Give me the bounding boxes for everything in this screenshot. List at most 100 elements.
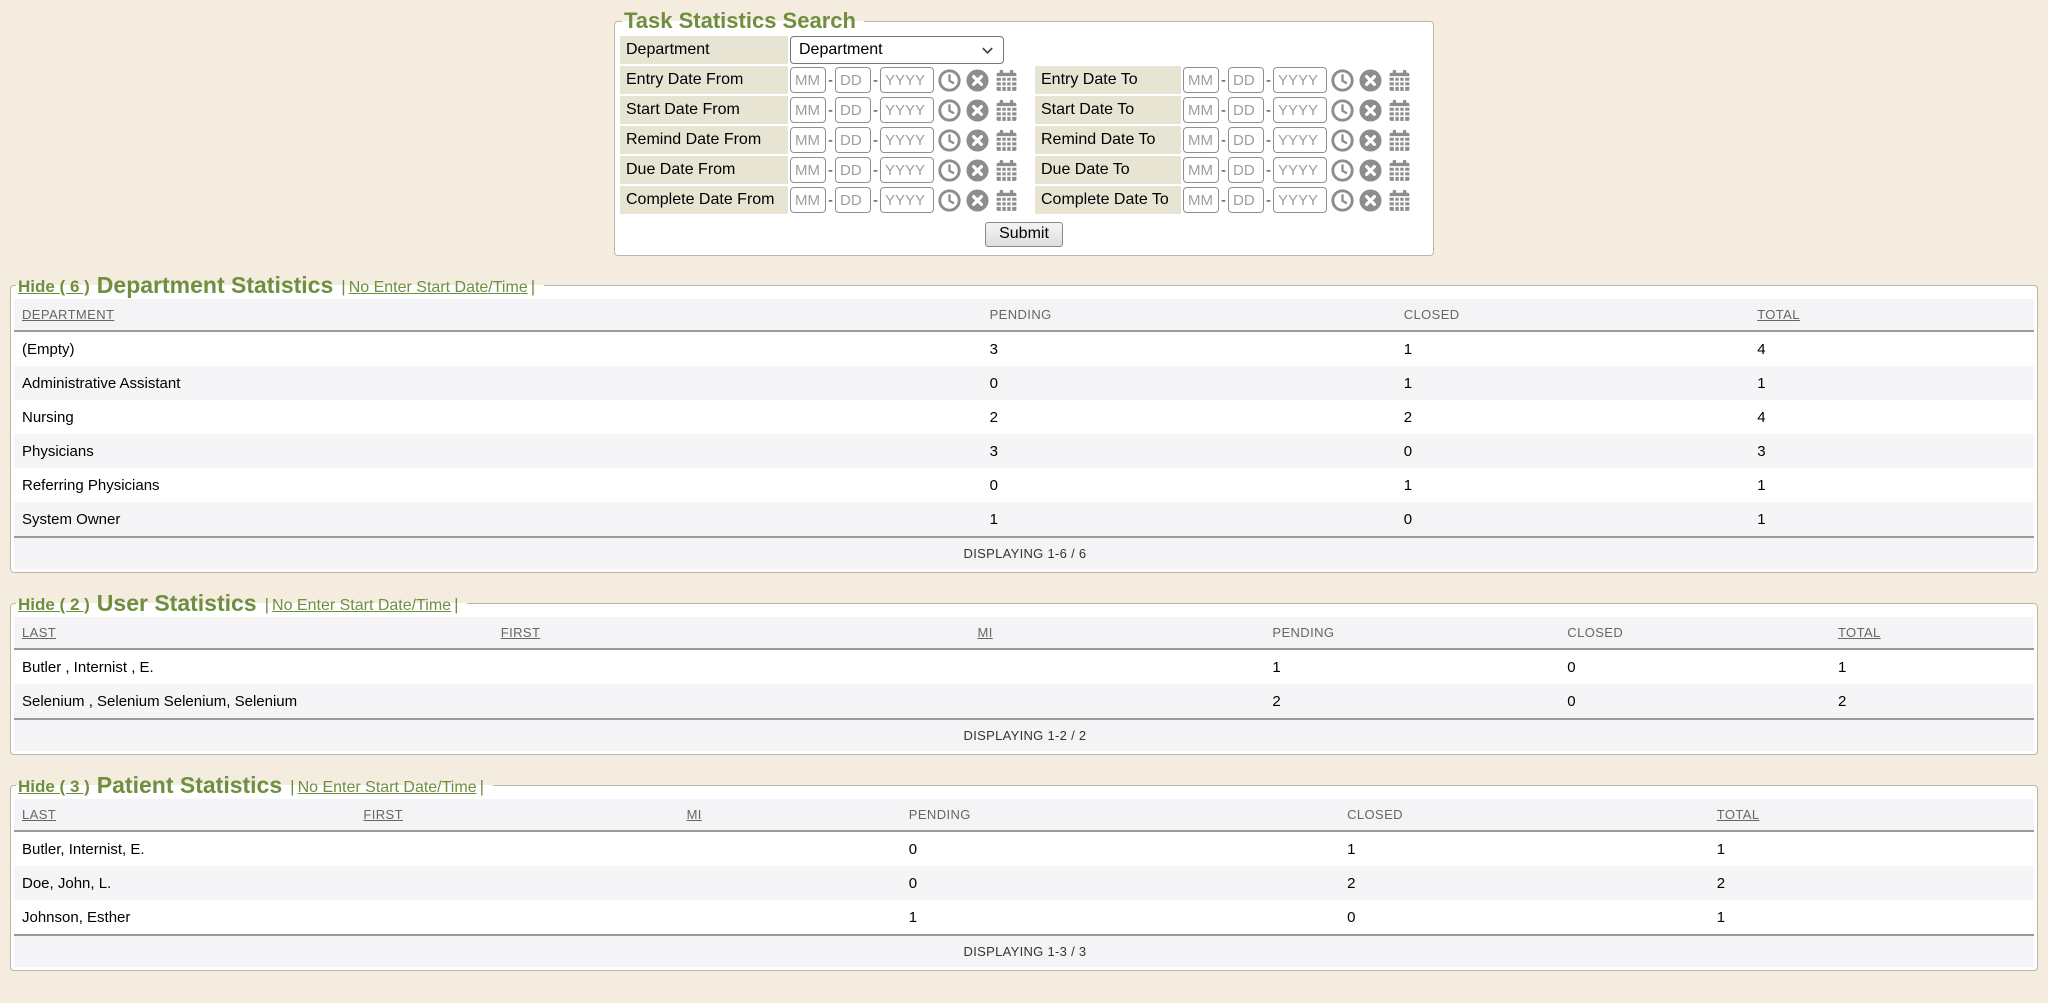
table-cell: Physicians	[14, 434, 984, 468]
no-enter-start-date-link[interactable]: No Enter Start Date/Time	[349, 279, 528, 296]
month-input[interactable]	[790, 127, 826, 153]
no-enter-start-date-link[interactable]: No Enter Start Date/Time	[272, 597, 451, 614]
clock-icon[interactable]	[1330, 128, 1355, 153]
column-header-total-link[interactable]: TOTAL	[1757, 307, 1800, 322]
month-input[interactable]	[1183, 97, 1219, 123]
column-header-last[interactable]: LAST	[14, 799, 357, 831]
column-header-department-link[interactable]: DEPARTMENT	[22, 307, 114, 322]
column-header-total[interactable]: TOTAL	[1832, 617, 2034, 649]
month-input[interactable]	[1183, 157, 1219, 183]
clock-icon[interactable]	[1330, 98, 1355, 123]
clear-icon[interactable]	[1358, 128, 1383, 153]
clear-icon[interactable]	[1358, 158, 1383, 183]
clear-icon[interactable]	[965, 188, 990, 213]
column-header-last-link[interactable]: LAST	[22, 625, 56, 640]
month-input[interactable]	[1183, 67, 1219, 93]
department-select[interactable]: Department	[790, 36, 1004, 64]
year-input[interactable]	[1273, 187, 1327, 213]
hide-link[interactable]: Hide ( 2 )	[18, 595, 90, 614]
month-input[interactable]	[790, 67, 826, 93]
month-input[interactable]	[790, 157, 826, 183]
column-header-mi-link[interactable]: MI	[687, 807, 702, 822]
clock-icon[interactable]	[1330, 188, 1355, 213]
calendar-icon[interactable]	[994, 188, 1019, 213]
year-input[interactable]	[880, 97, 934, 123]
table-cell: 0	[1398, 502, 1752, 537]
clock-icon[interactable]	[937, 158, 962, 183]
year-input[interactable]	[1273, 157, 1327, 183]
column-header-last-link[interactable]: LAST	[22, 807, 56, 822]
column-header-mi[interactable]: MI	[971, 617, 1266, 649]
calendar-icon[interactable]	[1387, 158, 1412, 183]
submit-button[interactable]: Submit	[985, 222, 1063, 247]
day-input[interactable]	[835, 157, 871, 183]
year-input[interactable]	[880, 67, 934, 93]
column-header-first-link[interactable]: FIRST	[501, 625, 541, 640]
calendar-icon[interactable]	[994, 98, 1019, 123]
column-header-total[interactable]: TOTAL	[1711, 799, 2034, 831]
month-input[interactable]	[790, 187, 826, 213]
clear-icon[interactable]	[1358, 68, 1383, 93]
column-header-mi-link[interactable]: MI	[977, 625, 992, 640]
column-header-total-link[interactable]: TOTAL	[1717, 807, 1760, 822]
day-input[interactable]	[1228, 67, 1264, 93]
calendar-icon[interactable]	[1387, 98, 1412, 123]
clear-icon[interactable]	[965, 128, 990, 153]
column-header-last[interactable]: LAST	[14, 617, 495, 649]
clear-icon[interactable]	[1358, 188, 1383, 213]
day-input[interactable]	[835, 67, 871, 93]
calendar-icon[interactable]	[994, 158, 1019, 183]
table-cell: 2	[1711, 866, 2034, 900]
column-header-mi[interactable]: MI	[681, 799, 903, 831]
year-input[interactable]	[880, 187, 934, 213]
clock-icon[interactable]	[937, 188, 962, 213]
day-input[interactable]	[1228, 187, 1264, 213]
year-input[interactable]	[880, 127, 934, 153]
day-input[interactable]	[835, 97, 871, 123]
day-input[interactable]	[1228, 157, 1264, 183]
column-header-first-link[interactable]: FIRST	[363, 807, 403, 822]
year-input[interactable]	[880, 157, 934, 183]
table-cell: 0	[984, 468, 1398, 502]
column-header-total-link[interactable]: TOTAL	[1838, 625, 1881, 640]
hide-link[interactable]: Hide ( 3 )	[18, 777, 90, 796]
displaying-count: DISPLAYING 1-2 / 2	[14, 719, 2034, 751]
day-input[interactable]	[1228, 97, 1264, 123]
clock-icon[interactable]	[937, 98, 962, 123]
calendar-icon[interactable]	[994, 128, 1019, 153]
month-input[interactable]	[790, 97, 826, 123]
month-input[interactable]	[1183, 127, 1219, 153]
table-cell: 1	[1832, 649, 2034, 684]
date-from-inputs: --	[788, 186, 1035, 214]
column-header-department[interactable]: DEPARTMENT	[14, 299, 984, 331]
day-input[interactable]	[835, 127, 871, 153]
clock-icon[interactable]	[937, 128, 962, 153]
clear-icon[interactable]	[1358, 98, 1383, 123]
day-input[interactable]	[1228, 127, 1264, 153]
clear-icon[interactable]	[965, 98, 990, 123]
column-header-total[interactable]: TOTAL	[1751, 299, 2034, 331]
year-input[interactable]	[1273, 97, 1327, 123]
month-input[interactable]	[1183, 187, 1219, 213]
calendar-icon[interactable]	[1387, 188, 1412, 213]
clear-icon[interactable]	[965, 68, 990, 93]
clear-icon[interactable]	[965, 158, 990, 183]
calendar-icon[interactable]	[1387, 68, 1412, 93]
column-header-first[interactable]: FIRST	[495, 617, 972, 649]
clock-icon[interactable]	[937, 68, 962, 93]
no-enter-start-date-link[interactable]: No Enter Start Date/Time	[298, 779, 477, 796]
clock-icon[interactable]	[1330, 68, 1355, 93]
calendar-icon[interactable]	[1387, 128, 1412, 153]
clock-icon[interactable]	[1330, 158, 1355, 183]
table-cell	[495, 684, 972, 719]
column-header-closed: CLOSED	[1561, 617, 1832, 649]
column-header-first[interactable]: FIRST	[357, 799, 680, 831]
day-input[interactable]	[835, 187, 871, 213]
year-input[interactable]	[1273, 67, 1327, 93]
hide-link[interactable]: Hide ( 6 )	[18, 277, 90, 296]
date-to-label: Remind Date To	[1035, 126, 1181, 154]
date-to-label: Due Date To	[1035, 156, 1181, 184]
table-cell: 2	[1266, 684, 1561, 719]
calendar-icon[interactable]	[994, 68, 1019, 93]
year-input[interactable]	[1273, 127, 1327, 153]
